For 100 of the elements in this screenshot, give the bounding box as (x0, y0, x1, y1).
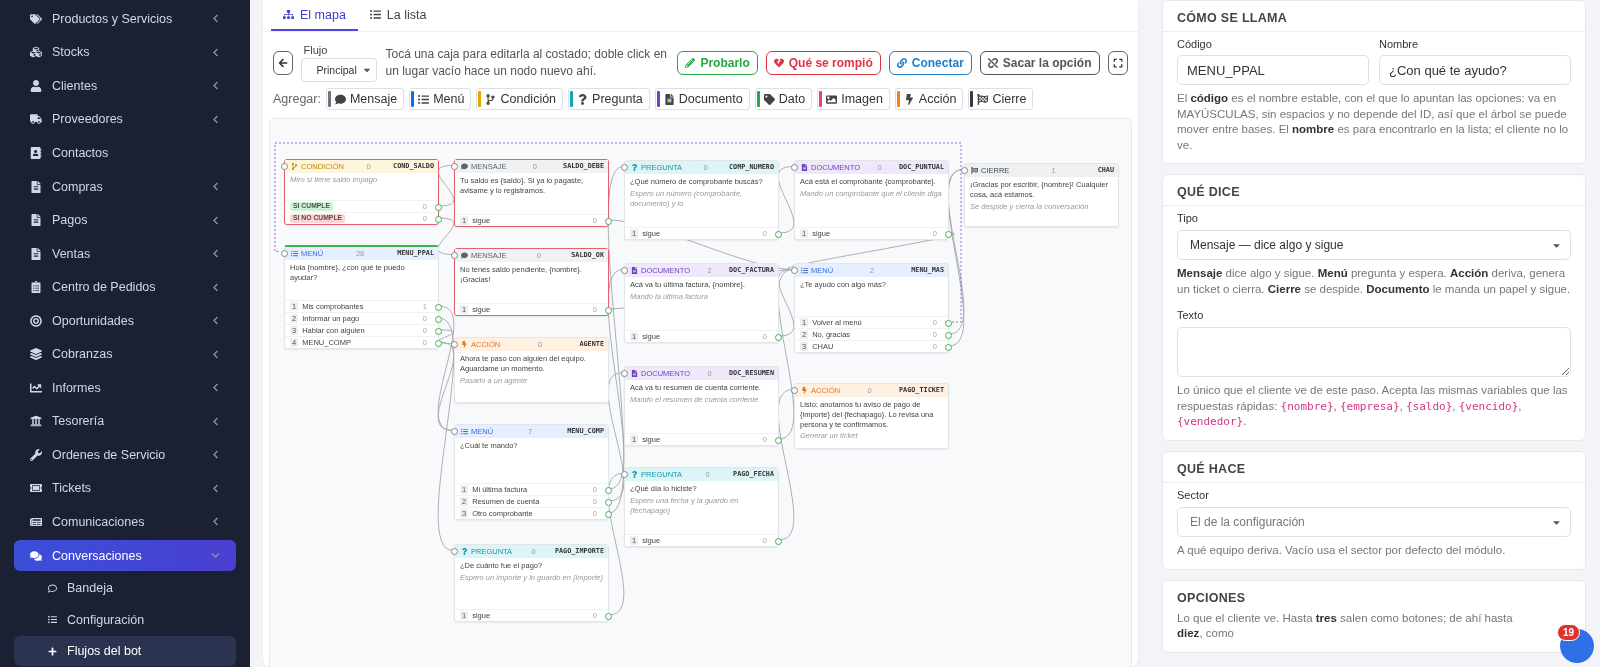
fullscreen-button[interactable] (1107, 51, 1128, 75)
output-port[interactable] (775, 537, 782, 545)
input-port[interactable] (621, 370, 628, 377)
text-area[interactable] (1177, 327, 1571, 378)
input-port[interactable] (621, 164, 628, 171)
document-icon (663, 93, 675, 105)
checkered-flag-icon (977, 93, 989, 105)
broken-heart-icon (773, 58, 784, 68)
sidebar-label: Informes (52, 380, 102, 395)
sidebar-label: Configuración (67, 612, 146, 627)
action-button[interactable]: Sacar la opción (979, 51, 1100, 75)
sidebar-item[interactable]: Clientes (14, 70, 236, 102)
sidebar-item[interactable]: Cobranzas (14, 338, 236, 370)
input-port[interactable] (281, 163, 288, 170)
lightning-icon (801, 387, 808, 394)
sidebar-item[interactable]: Compras (14, 170, 236, 203)
output-port[interactable] (775, 333, 782, 341)
line-chart-icon (30, 381, 42, 394)
truck-icon (30, 113, 42, 126)
lightning-icon (903, 93, 915, 105)
sidebar-item[interactable]: Proveedores (14, 103, 236, 136)
input-port[interactable] (451, 548, 458, 555)
add-node-button[interactable]: Acción (894, 88, 964, 110)
add-node-button[interactable]: Pregunta (568, 88, 650, 110)
field-label: Flujo (302, 44, 329, 56)
add-node-button[interactable]: Mensaje (325, 88, 405, 110)
input-field[interactable]: MENU_PPAL (1177, 55, 1369, 85)
flow-select[interactable]: Principal (301, 58, 378, 82)
sidebar-item[interactable]: Informes (14, 372, 236, 404)
sidebar-item[interactable]: Oportunidades (14, 304, 236, 337)
input-port[interactable] (451, 341, 458, 348)
output-port[interactable] (605, 306, 612, 314)
type-select[interactable]: Mensaje — dice algo y sigue (1177, 230, 1571, 261)
input-port[interactable] (791, 267, 798, 274)
action-button[interactable]: Qué se rompió (765, 51, 881, 75)
sidebar-item[interactable]: Ventas (14, 237, 236, 270)
sidebar-label: Stocks (52, 45, 91, 60)
sitemap-icon (283, 9, 294, 20)
field-label: Sector (1177, 489, 1210, 502)
speech-bubble-icon (461, 252, 468, 259)
tab[interactable]: El mapa (271, 0, 358, 31)
add-node-button[interactable]: Imagen (817, 88, 890, 110)
input-port[interactable] (451, 252, 458, 259)
input-port[interactable] (451, 163, 458, 170)
wrench-icon (30, 448, 42, 461)
input-port[interactable] (281, 250, 288, 257)
sidebar-label: Centro de Pedidos (52, 280, 157, 295)
field-label: Nombre (1379, 38, 1420, 50)
input-port[interactable] (451, 428, 458, 435)
add-node-button[interactable]: Cierre (968, 88, 1034, 110)
sidebar-item[interactable]: Contactos (14, 137, 236, 169)
sidebar-item[interactable]: Stocks (14, 36, 236, 69)
output-port[interactable] (775, 230, 782, 238)
sidebar-label: Clientes (52, 78, 99, 93)
sidebar-item[interactable]: Comunicaciones (14, 506, 236, 538)
question-mark-icon (461, 548, 468, 555)
sidebar-label: Contactos (52, 145, 110, 160)
sidebar-subitem[interactable]: Flujos del bot (14, 636, 236, 667)
sector-select[interactable]: El de la configuración (1177, 507, 1571, 538)
sidebar-item[interactable]: Tesorería (14, 405, 236, 438)
input-port[interactable] (961, 167, 968, 174)
tab[interactable]: La lista (357, 0, 439, 31)
sidebar-subitem[interactable]: Bandeja (14, 573, 236, 603)
input-field[interactable]: ¿Con qué te ayudo? (1379, 55, 1571, 85)
sidebar-item[interactable]: Centro de Pedidos (14, 271, 236, 303)
question-mark-icon (631, 164, 638, 171)
output-port[interactable] (945, 230, 952, 238)
sidebar-item[interactable]: Ordenes de Servicio (14, 439, 236, 471)
output-port[interactable] (605, 612, 612, 620)
flow-canvas[interactable] (269, 118, 1132, 667)
help-text: A qué equipo deriva. Vacío usa el sector por defecto del módulo. (1177, 543, 1507, 559)
output-port[interactable] (775, 436, 782, 444)
output-port[interactable] (605, 217, 612, 225)
chat-icon (30, 549, 42, 562)
branch-icon (485, 93, 497, 105)
question-mark-icon (577, 93, 589, 105)
lightning-icon (461, 341, 468, 348)
input-port[interactable] (791, 387, 798, 394)
sidebar-item[interactable]: Productos y Servicios (14, 3, 236, 35)
tag-icon (763, 93, 775, 105)
user-icon (30, 79, 42, 92)
sidebar-label: Conversaciones (52, 548, 143, 563)
sidebar-item[interactable]: Conversaciones (14, 539, 236, 572)
add-node-button[interactable]: Menú (409, 88, 472, 110)
sidebar-label: Flujos del bot (67, 644, 143, 659)
section-title: QUÉ HACE (1177, 462, 1247, 477)
add-node-button[interactable]: Dato (754, 88, 813, 110)
input-port[interactable] (791, 164, 798, 171)
sidebar-item[interactable]: Pagos (14, 204, 236, 236)
question-mark-icon (631, 471, 638, 478)
help-text: Mensaje dice algo y sigue. Menú pregunta y espera. Acción deriva, genera un ticket o cierra. Cierre se despide. Documento le manda un papel y sigue. (1177, 266, 1571, 297)
sidebar-subitem[interactable]: Configuración (14, 604, 236, 635)
sidebar-item[interactable]: Tickets (14, 472, 236, 505)
add-node-button[interactable]: Condición (476, 88, 564, 110)
add-node-button[interactable]: Documento (654, 88, 750, 110)
back-button[interactable] (273, 51, 294, 75)
action-button[interactable]: Conectar (888, 51, 972, 75)
plus-icon (48, 646, 57, 656)
input-port[interactable] (621, 267, 628, 274)
input-port[interactable] (621, 471, 628, 478)
